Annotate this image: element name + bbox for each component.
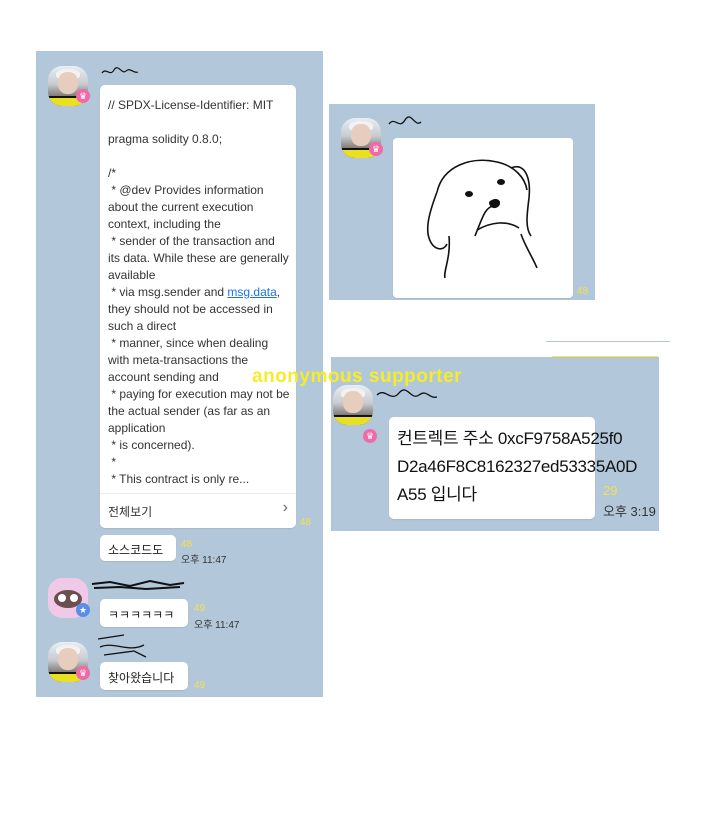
message-bubble[interactable]: 소스코드도 [100, 535, 176, 561]
watermark-text: anonymous supporter [252, 366, 463, 387]
crown-badge-icon: ♛ [76, 666, 90, 680]
unread-count: 48 [181, 539, 193, 550]
unread-count: 29 [603, 483, 618, 498]
unread-count: 49 [194, 680, 206, 691]
redacted-name-scribble [101, 67, 139, 74]
crown-badge-icon: ♛ [363, 429, 377, 443]
code-message-bubble[interactable]: // SPDX-License-Identifier: MIT pragma s… [100, 85, 296, 528]
image-message[interactable] [393, 138, 573, 298]
view-all-label: 전체보기 [108, 505, 153, 519]
unread-count: 49 [194, 603, 206, 614]
redacted-name-scribble [388, 116, 422, 125]
chevron-right-icon: › [282, 499, 288, 516]
code-snippet: // SPDX-License-Identifier: MIT pragma s… [108, 98, 293, 486]
redacted-name-scribble [91, 579, 185, 591]
dog-sketch-image [426, 159, 538, 279]
timestamp: 오후 11:47 [194, 620, 240, 631]
view-all-button[interactable]: 전체보기 › [100, 494, 296, 528]
msg-data-link[interactable]: msg.data [227, 285, 276, 299]
timestamp: 오후 11:47 [181, 555, 227, 566]
right-top-chat-panel: ♛ 48 [329, 104, 595, 300]
contract-address-text: 컨트렉트 주소 0xcF9758A525f0 D2a46F8C8162327ed… [397, 429, 638, 504]
unread-count: 48 [577, 286, 589, 297]
contract-message-bubble[interactable]: 컨트렉트 주소 0xcF9758A525f0 D2a46F8C8162327ed… [389, 417, 637, 519]
timestamp: 오후 3:19 [603, 504, 656, 519]
crown-badge-icon: ♛ [76, 89, 90, 103]
divider [546, 341, 670, 342]
redacted-name-scribble [376, 389, 438, 398]
crown-badge-icon: ♛ [369, 142, 383, 156]
message-bubble[interactable]: 찾아왔습니다 [100, 662, 188, 690]
star-badge-icon: ★ [76, 603, 90, 617]
unread-count: 48 [300, 517, 312, 528]
redacted-name-scribble [97, 634, 147, 658]
avatar[interactable] [333, 385, 373, 425]
message-bubble[interactable]: ㅋㅋㅋㅋㅋㅋ [100, 599, 188, 627]
